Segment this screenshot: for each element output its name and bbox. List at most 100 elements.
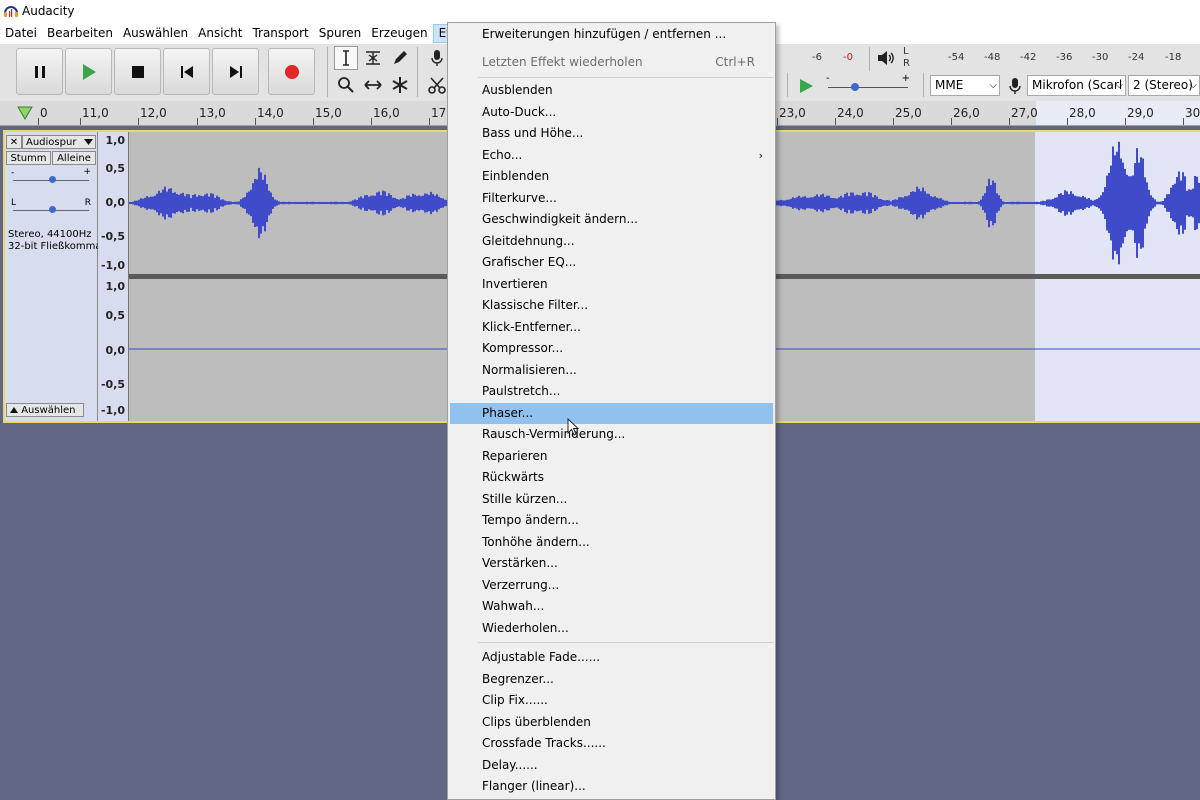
ruler-label: 13,0 bbox=[199, 106, 226, 120]
menu-item-tempo-ändern[interactable]: Tempo ändern... bbox=[450, 510, 773, 531]
menu-item-label: Auto-Duck... bbox=[482, 104, 557, 119]
envelope-tool[interactable] bbox=[361, 46, 385, 70]
cut-button[interactable] bbox=[425, 73, 449, 97]
close-icon: ✕ bbox=[9, 137, 19, 148]
play-icon bbox=[82, 63, 96, 80]
menu-item-crossfade-tracks[interactable]: Crossfade Tracks...... bbox=[450, 733, 773, 754]
menu-item-bass-und-höhe[interactable]: Bass und Höhe... bbox=[450, 123, 773, 144]
menu-item-label: Flanger (linear)... bbox=[482, 779, 586, 793]
menu-item-label: Gleitdehnung... bbox=[482, 233, 575, 248]
menu-item-label: Echo... bbox=[482, 147, 523, 162]
pause-button[interactable] bbox=[16, 48, 63, 95]
menu-item-geschwindigkeit-ändern[interactable]: Geschwindigkeit ändern... bbox=[450, 209, 773, 230]
pan-slider[interactable]: L R bbox=[11, 198, 91, 218]
menu-item-paulstretch[interactable]: Paulstretch... bbox=[450, 381, 773, 402]
slider-thumb[interactable] bbox=[49, 206, 56, 213]
menu-datei[interactable]: Datei bbox=[0, 24, 42, 43]
gain-slider[interactable]: - + bbox=[11, 167, 91, 188]
menu-item-letzten-effekt-wiederholen: Letzten Effekt wiederholen Ctrl+R bbox=[450, 52, 773, 73]
channels-select[interactable]: 2 (Stereo) ⌵ bbox=[1128, 75, 1200, 96]
menu-item-grafischer-eq[interactable]: Grafischer EQ... bbox=[450, 252, 773, 273]
menu-item-kompressor[interactable]: Kompressor... bbox=[450, 338, 773, 359]
menu-item-label: Kompressor... bbox=[482, 341, 564, 355]
menu-item-label: Einblenden bbox=[482, 169, 550, 183]
menu-item-flanger-linear[interactable]: Flanger (linear)... bbox=[450, 776, 773, 797]
menu-ansicht[interactable]: Ansicht bbox=[193, 24, 247, 43]
menu-item-phaser[interactable]: Phaser... bbox=[450, 402, 773, 424]
menu-item-clip-fix[interactable]: Clip Fix...... bbox=[450, 690, 773, 711]
menu-item-clips-überblenden[interactable]: Clips überblenden bbox=[450, 712, 773, 733]
menu-item-verstärken[interactable]: Verstärken... bbox=[450, 553, 773, 574]
skip-to-start-button[interactable] bbox=[163, 48, 210, 95]
slider-thumb[interactable] bbox=[49, 176, 56, 183]
menu-item-begrenzer[interactable]: Begrenzer... bbox=[450, 669, 773, 690]
pan-left-label: L bbox=[11, 198, 17, 208]
track-control-panel: ✕ Audiospur Stumm Alleine - + L R Auswäh… bbox=[5, 132, 98, 421]
select-track-button[interactable]: Auswählen bbox=[6, 403, 84, 417]
menu-item-echo[interactable]: Echo... › bbox=[450, 145, 773, 166]
skip-to-end-button[interactable] bbox=[212, 48, 259, 95]
stop-button[interactable] bbox=[114, 48, 161, 95]
window-title: Audacity bbox=[22, 4, 75, 18]
menu-item-einblenden[interactable]: Einblenden bbox=[450, 166, 773, 187]
slider-thumb[interactable] bbox=[851, 83, 859, 91]
audio-host-select[interactable]: MME ⌵ bbox=[930, 75, 1000, 96]
menu-item-stille-kürzen[interactable]: Stille kürzen... bbox=[450, 489, 773, 510]
mute-button[interactable]: Stumm bbox=[6, 151, 51, 165]
menu-item-rausch-verminderung[interactable]: Rausch-Verminderung... bbox=[450, 424, 773, 445]
menu-item-label: Begrenzer... bbox=[482, 671, 554, 686]
menu-item-adjustable-fade[interactable]: Adjustable Fade...... bbox=[450, 647, 773, 668]
solo-button[interactable]: Alleine bbox=[52, 151, 96, 165]
menu-item-auto-duck[interactable]: Auto-Duck... bbox=[450, 102, 773, 123]
scale-label: 1,0 bbox=[105, 280, 126, 293]
zoom-tool[interactable] bbox=[334, 73, 358, 97]
vertical-scale[interactable]: 1,0 0,5 0,0 -0,5 -1,0 1,0 0,5 0,0 -0,5 -1,0 bbox=[98, 132, 129, 421]
toolbar-divider bbox=[417, 47, 418, 97]
record-button[interactable] bbox=[268, 48, 315, 95]
close-track-button[interactable]: ✕ bbox=[6, 135, 22, 149]
menu-ausw-hlen[interactable]: Auswählen bbox=[118, 24, 193, 43]
ruler-tick bbox=[255, 118, 256, 125]
menu-item-ausblenden[interactable]: Ausblenden bbox=[450, 80, 773, 101]
input-device-select[interactable]: Mikrofon (Scarl ⌵ bbox=[1027, 75, 1126, 96]
menu-spuren[interactable]: Spuren bbox=[314, 24, 367, 43]
play-speed-slider[interactable]: - + bbox=[826, 73, 914, 97]
play-head-icon[interactable] bbox=[17, 106, 33, 120]
menu-bearbeiten[interactable]: Bearbeiten bbox=[42, 24, 118, 43]
meter-tick: -24 bbox=[1128, 52, 1145, 63]
asterisk-icon bbox=[392, 77, 408, 93]
playback-meter-button[interactable] bbox=[874, 46, 898, 70]
multi-tool[interactable] bbox=[388, 73, 412, 97]
menu-item-klassische-filter[interactable]: Klassische Filter... bbox=[450, 295, 773, 316]
menu-item-verzerrung[interactable]: Verzerrung... bbox=[450, 575, 773, 596]
menu-item-delay[interactable]: Delay...... bbox=[450, 755, 773, 776]
slider-track bbox=[828, 87, 908, 88]
menu-item-invertieren[interactable]: Invertieren bbox=[450, 274, 773, 295]
menu-item-erweiterungen-hinzufügen-entfernen[interactable]: Erweiterungen hinzufügen / entfernen ... bbox=[450, 24, 773, 45]
time-shift-tool[interactable] bbox=[361, 73, 385, 97]
menu-erzeugen[interactable]: Erzeugen bbox=[366, 24, 432, 43]
menu-item-wahwah[interactable]: Wahwah... bbox=[450, 596, 773, 617]
menu-transport[interactable]: Transport bbox=[247, 24, 313, 43]
microphone-indicator bbox=[1003, 74, 1027, 98]
menu-item-tonhöhe-ändern[interactable]: Tonhöhe ändern... bbox=[450, 532, 773, 553]
menu-item-wiederholen[interactable]: Wiederholen... bbox=[450, 618, 773, 639]
title-bar: Audacity bbox=[0, 0, 1200, 23]
track-name-menu[interactable]: Audiospur bbox=[22, 135, 96, 149]
play-at-speed-button[interactable] bbox=[794, 74, 818, 98]
play-button[interactable] bbox=[65, 48, 112, 95]
track-name: Audiospur bbox=[26, 137, 77, 148]
channels-value: 2 (Stereo) bbox=[1133, 78, 1193, 92]
menu-item-reparieren[interactable]: Reparieren bbox=[450, 446, 773, 467]
selection-tool[interactable] bbox=[334, 46, 358, 70]
menu-item-filterkurve[interactable]: Filterkurve... bbox=[450, 188, 773, 209]
draw-tool[interactable] bbox=[388, 46, 412, 70]
scale-label: -1,0 bbox=[100, 404, 125, 417]
menu-item-klick-entferner[interactable]: Klick-Entferner... bbox=[450, 317, 773, 338]
ruler-tick bbox=[371, 118, 372, 125]
menu-item-gleitdehnung[interactable]: Gleitdehnung... bbox=[450, 231, 773, 252]
menu-item-normalisieren[interactable]: Normalisieren... bbox=[450, 360, 773, 381]
menu-item-label: Klassische Filter... bbox=[482, 298, 589, 312]
record-meter-button[interactable] bbox=[425, 46, 449, 70]
menu-item-rückwärts[interactable]: Rückwärts bbox=[450, 467, 773, 488]
